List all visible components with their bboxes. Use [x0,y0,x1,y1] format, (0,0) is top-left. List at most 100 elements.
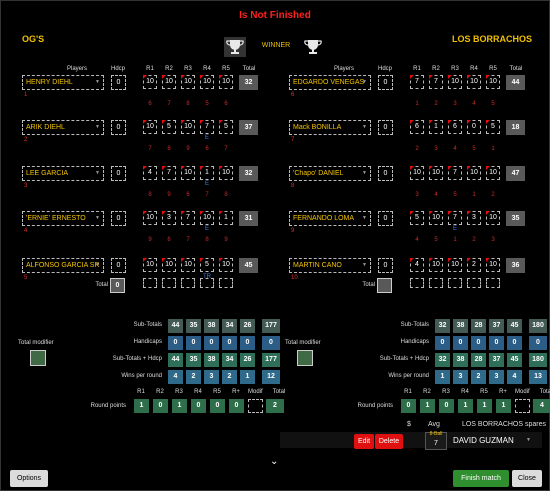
left-modifier-cell[interactable] [248,399,263,413]
right-hdcp-field[interactable]: 0 [378,211,393,226]
left-score-cell[interactable]: 5 [219,120,233,134]
left-round-points-text: 6 [205,146,209,152]
left-hdcp-field[interactable]: 0 [111,75,126,90]
flag-marker-icon [181,211,185,215]
right-subtotals-cell: 38 [453,319,468,333]
left-wins-cell: 3 [204,370,219,384]
left-rp-header: R2 [156,389,164,395]
right-score-cell[interactable]: 2 [467,258,481,272]
left-score-cell[interactable]: 7 [181,211,195,225]
right-player-select[interactable]: MARTIN CANO ▼ [289,258,371,273]
right-score-cell[interactable]: 1 [429,120,443,134]
flag-marker-icon [467,120,471,124]
right-score-cell[interactable]: 10 [467,75,481,89]
right-hdcp-field[interactable]: 0 [378,166,393,181]
right-score-cell[interactable]: 6 [448,120,462,134]
left-score-cell[interactable]: 1 [219,211,233,225]
left-score-cell[interactable]: 5 [200,258,214,272]
spare-player-select[interactable]: DAVID GUZMAN ▼ [450,434,534,449]
left-subhdcp-cell: 38 [204,353,219,367]
right-score-cell[interactable]: 0 [467,120,481,134]
right-score-cell[interactable]: 7 [448,211,462,225]
right-score-cell[interactable]: 7 [410,75,424,89]
left-subtotals-total: 177 [262,319,280,333]
right-score-cell[interactable]: 10 [410,166,424,180]
left-score-cell[interactable]: 5 [162,120,176,134]
left-score-cell[interactable]: 10 [219,75,233,89]
right-score-cell[interactable]: 7 [448,166,462,180]
flag-marker-icon [448,166,452,170]
left-score-cell[interactable]: 7 [162,166,176,180]
right-score-cell[interactable]: 10 [467,166,481,180]
left-wins-label: Wins per round [121,373,162,379]
left-score-cell[interactable]: 7 [200,120,214,134]
left-score-cell[interactable]: 3 [162,211,176,225]
options-button[interactable]: Options [10,470,48,487]
left-score-cell[interactable]: 10 [181,75,195,89]
edit-spare-button[interactable]: Edit [354,434,374,449]
left-score-cell[interactable]: 10 [219,258,233,272]
right-score-cell[interactable]: 10 [429,211,443,225]
left-player-select[interactable]: ALFONSO GARCIA SR ▼ [22,258,104,273]
left-score-cell[interactable]: 10 [181,258,195,272]
left-score-cell[interactable]: 10 [200,75,214,89]
left-hdcp-field[interactable]: 0 [111,120,126,135]
left-score-cell[interactable]: 10 [143,120,157,134]
left-hdcp-field[interactable]: 0 [111,166,126,181]
left-player-select[interactable]: HENRY DIEHL ▼ [22,75,104,90]
right-player-select[interactable]: FERNANDO LOMA ▼ [289,211,371,226]
left-hdcp-field[interactable]: 0 [111,258,126,273]
close-button[interactable]: Close [512,470,542,487]
right-hdcp-field[interactable]: 0 [378,75,393,90]
right-subtotals-cell: 32 [435,319,450,333]
left-handicaps-cell: 0 [168,336,183,350]
left-player-select[interactable]: 'ERNIE' ERNESTO ▼ [22,211,104,226]
right-score-cell[interactable]: 10 [486,75,500,89]
right-score-cell[interactable]: 10 [429,258,443,272]
right-round-points-text: 1 [453,237,457,243]
right-total-modifier-box[interactable] [297,350,313,366]
left-score-cell[interactable]: 10 [162,258,176,272]
right-score-cell[interactable]: 3 [467,211,481,225]
right-player-number: 6 [291,92,295,98]
right-score-cell[interactable]: 5 [486,120,500,134]
left-score-cell[interactable]: 10 [219,166,233,180]
flag-marker-icon [486,120,490,124]
left-hdcp-field[interactable]: 0 [111,211,126,226]
left-score-cell[interactable]: 1 [200,166,214,180]
right-modifier-cell[interactable] [515,399,530,413]
right-score-cell[interactable]: 10 [486,166,500,180]
right-player-select[interactable]: Mack BONILLA ▼ [289,120,371,135]
left-score-cell[interactable]: 10 [162,75,176,89]
left-score-cell[interactable]: 10 [200,211,214,225]
right-score-cell[interactable]: 7 [429,75,443,89]
right-player-select[interactable]: 'Chapo' DANIEL ▼ [289,166,371,181]
right-score-cell[interactable]: 10 [486,258,500,272]
left-score-cell[interactable]: 10 [181,166,195,180]
right-score-cell[interactable]: 10 [448,258,462,272]
right-hdcp-field[interactable]: 0 [378,120,393,135]
right-round-points-text: 2 [415,146,419,152]
left-player-select[interactable]: LEE GARCIA ▼ [22,166,104,181]
left-total-modifier-box[interactable] [30,350,46,366]
right-score-cell[interactable]: 5 [410,211,424,225]
expand-chevron-icon[interactable]: ⌄ [270,456,282,467]
left-score-cell[interactable]: 4 [143,166,157,180]
right-score-cell[interactable]: 10 [486,211,500,225]
left-score-cell[interactable]: 10 [143,75,157,89]
flag-marker-icon [162,166,166,170]
finish-match-button[interactable]: Finish match [453,470,509,487]
right-score-cell[interactable]: 4 [410,258,424,272]
right-score-cell[interactable]: 10 [448,75,462,89]
right-score-cell[interactable]: 10 [429,166,443,180]
right-player-select[interactable]: EDGARDO VENEGAS ▼ [289,75,371,90]
flag-marker-icon [429,211,433,215]
left-score-cell[interactable]: 10 [181,120,195,134]
delete-spare-button[interactable]: Delete [375,434,403,449]
left-score-cell[interactable]: 10 [143,258,157,272]
left-player-select[interactable]: ARIK DIEHL ▼ [22,120,104,135]
right-round-points-text: 4 [415,237,419,243]
right-score-cell[interactable]: 6 [410,120,424,134]
right-hdcp-field[interactable]: 0 [378,258,393,273]
left-score-cell[interactable]: 10 [143,211,157,225]
